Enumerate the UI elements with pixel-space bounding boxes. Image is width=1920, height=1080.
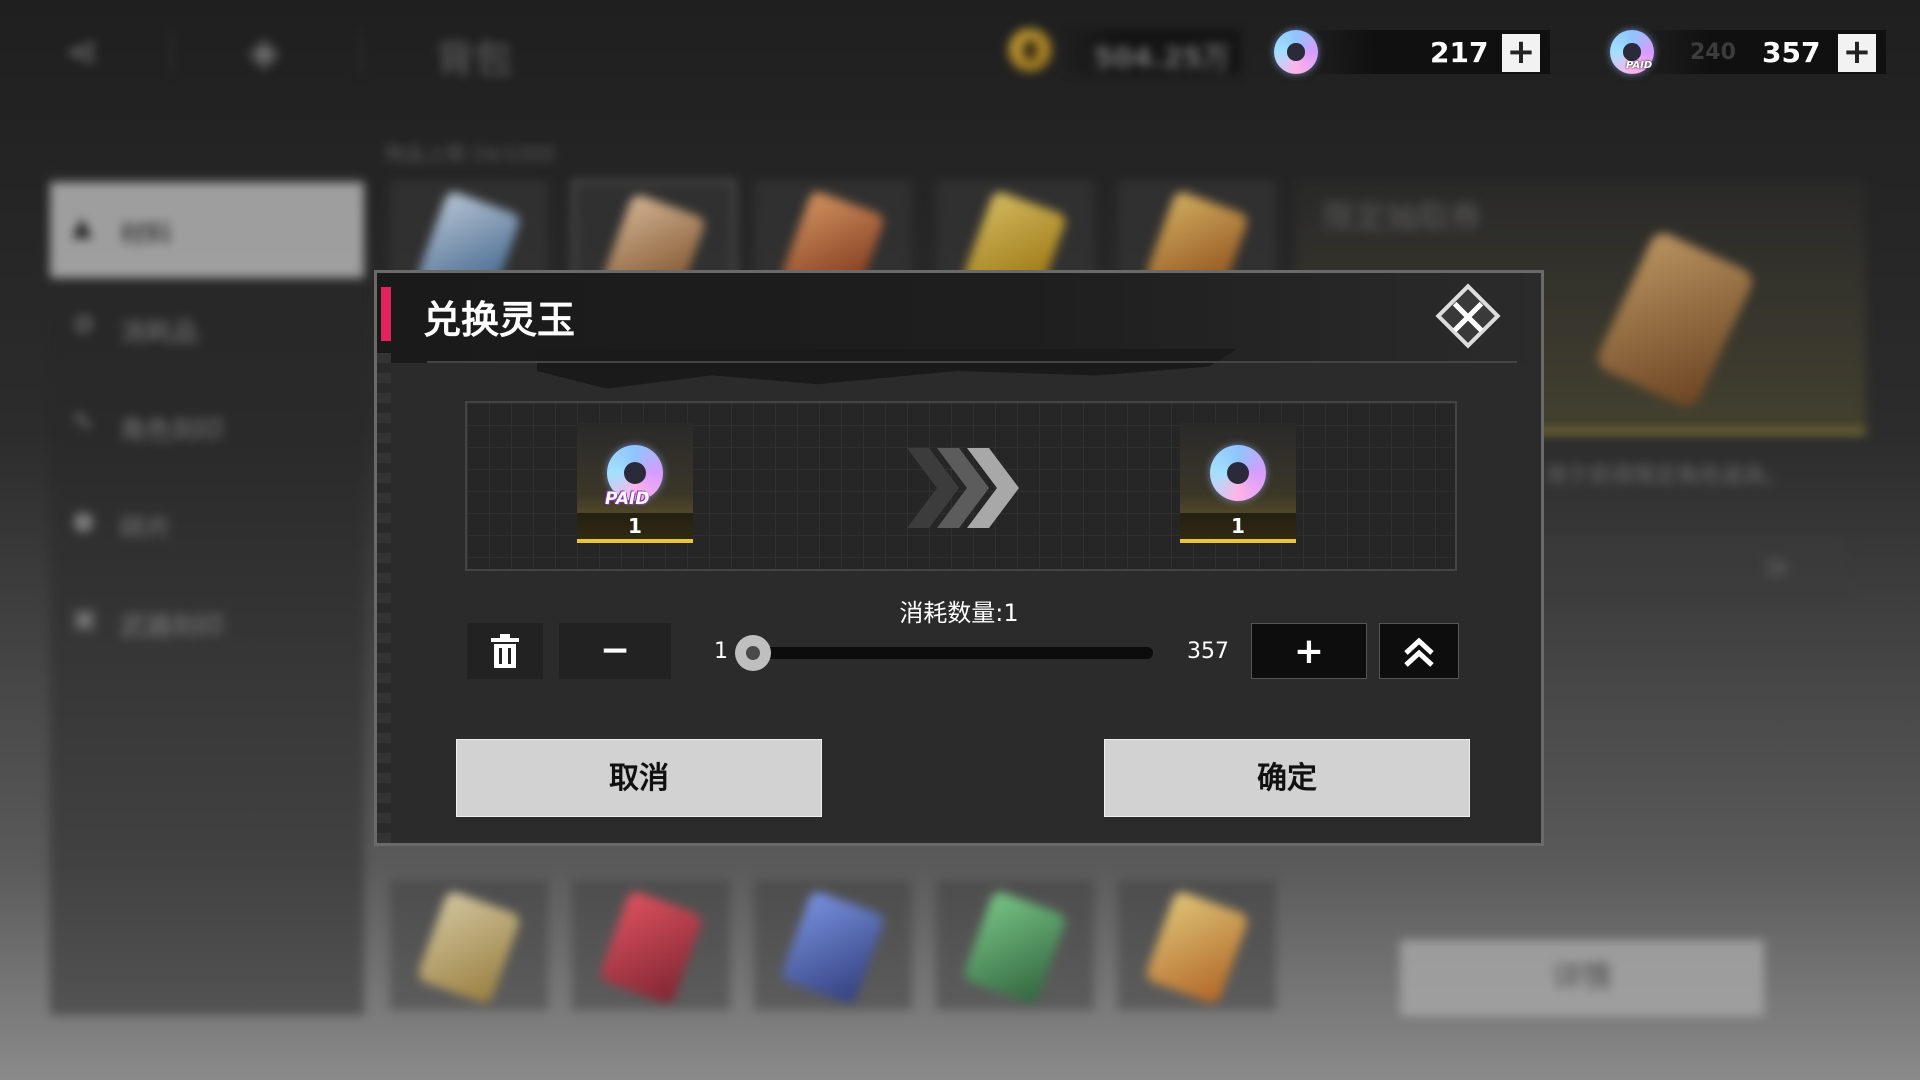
- exchange-preview: PAID 1 1: [465, 401, 1457, 571]
- cancel-button[interactable]: 取消: [456, 739, 822, 817]
- inventory-capacity: 物品上限:34/1000: [385, 142, 555, 166]
- home-diamond-icon[interactable]: ◈: [240, 28, 288, 76]
- sidebar-item-consumables[interactable]: ⚙ 消耗品: [50, 280, 364, 376]
- confirm-button[interactable]: 确定: [1104, 739, 1470, 817]
- sidebar-item-label: 角色刻印: [120, 416, 225, 446]
- increase-button[interactable]: +: [1251, 623, 1367, 679]
- paid-tag: PAID: [605, 489, 650, 509]
- source-item-card: PAID 1: [577, 423, 693, 543]
- gem-icon: [1210, 445, 1266, 501]
- sidebar-item-label: 材料: [120, 220, 173, 250]
- paid-gem-secondary-amount: 240: [1690, 40, 1736, 65]
- inventory-slot[interactable]: [572, 880, 730, 1010]
- page-title: 背包: [436, 37, 513, 81]
- close-button[interactable]: ✕: [1433, 283, 1503, 351]
- trash-icon: [491, 634, 519, 668]
- double-chevron-up-icon: [1404, 637, 1434, 667]
- detail-description: 用于获得限定角色道具。: [1545, 464, 1788, 489]
- gear-icon: ⚙: [72, 310, 96, 340]
- triangle-icon: ▲: [72, 212, 92, 242]
- header-divider: [427, 361, 1517, 363]
- close-icon: ✕: [1446, 289, 1490, 349]
- paid-gem-amount: 357: [1762, 36, 1821, 69]
- gold-coin-icon: [1008, 28, 1052, 72]
- inventory-slot[interactable]: [1118, 880, 1276, 1010]
- inventory-slot[interactable]: [754, 880, 912, 1010]
- inventory-slot[interactable]: [936, 880, 1094, 1010]
- divider: [170, 30, 172, 74]
- item-pouch-green: [962, 889, 1068, 1006]
- slider-min-label: 1: [714, 639, 728, 664]
- item-gold-bar: [1144, 889, 1250, 1006]
- person-icon: ●: [72, 506, 95, 536]
- quantity-slider[interactable]: [735, 635, 1153, 671]
- slider-max-label: 357: [1187, 639, 1229, 664]
- brush-icon: ✎: [72, 408, 94, 438]
- target-quantity: 1: [1180, 513, 1296, 539]
- sidebar-item-label: 碎片: [120, 514, 173, 544]
- gem-add-button[interactable]: +: [1502, 34, 1540, 72]
- gold-amount: 504.25万: [1094, 41, 1231, 74]
- double-chevron-right-icon: »: [1762, 538, 1792, 594]
- sidebar-item-weapon-imprint[interactable]: ▣ 武器刻印: [50, 574, 364, 670]
- clear-button[interactable]: [467, 623, 543, 679]
- share-icon[interactable]: ⋖: [58, 28, 106, 76]
- gem-amount: 217: [1430, 36, 1489, 69]
- paid-tag: PAID: [1626, 60, 1653, 71]
- title-accent: [381, 287, 391, 341]
- sidebar-item-character-imprint[interactable]: ✎ 角色刻印: [50, 378, 364, 474]
- item-pouch-blue: [780, 889, 886, 1006]
- exchange-dialog: 兑换灵玉 ✕ PAID 1 1 消耗数量:1 − 1 357 + 取消 确定: [374, 270, 1544, 846]
- slider-handle[interactable]: [735, 635, 771, 671]
- header-decoration: [537, 349, 1237, 389]
- dialog-title: 兑换灵玉: [423, 297, 576, 342]
- gem-icon: [1274, 30, 1318, 74]
- sidebar-item-materials[interactable]: ▲ 材料: [50, 182, 364, 278]
- target-item-card: 1: [1180, 423, 1296, 543]
- paid-gem-add-button[interactable]: +: [1838, 34, 1876, 72]
- tablet-icon: ▣: [72, 604, 97, 634]
- sidebar-item-fragments[interactable]: ● 碎片: [50, 476, 364, 572]
- max-button[interactable]: [1379, 623, 1459, 679]
- sidebar-item-label: 消耗品: [120, 318, 199, 348]
- detail-title: 限定抽取券: [1322, 198, 1483, 236]
- divider: [360, 30, 362, 74]
- details-button[interactable]: 详情: [1400, 940, 1764, 1016]
- item-scroll: [416, 889, 522, 1006]
- item-pouch-red: [598, 889, 704, 1006]
- sidebar-item-label: 武器刻印: [120, 612, 225, 642]
- inventory-slot[interactable]: [390, 880, 548, 1010]
- triple-chevron-right-icon: [907, 448, 1019, 528]
- source-quantity: 1: [577, 513, 693, 539]
- decrease-button[interactable]: −: [559, 623, 671, 679]
